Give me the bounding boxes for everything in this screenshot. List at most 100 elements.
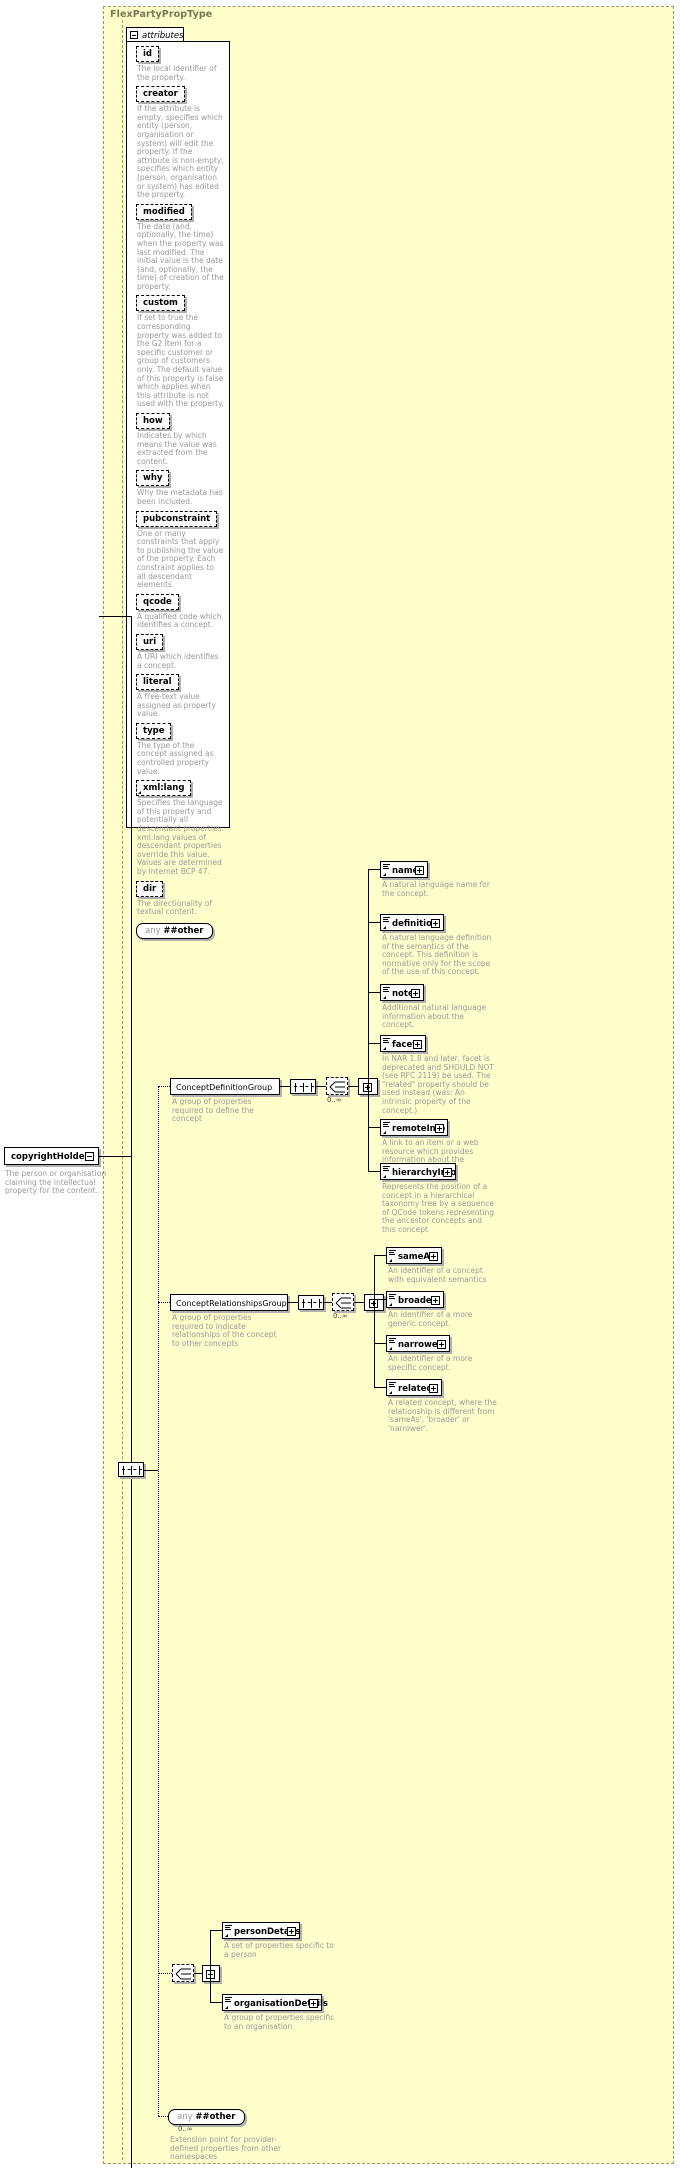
element-lines-icon: [383, 864, 390, 870]
sequence-node-group1[interactable]: [290, 1079, 316, 1094]
choice-node-group2[interactable]: [332, 1293, 354, 1311]
group-doc: A group of properties required to indica…: [172, 1313, 277, 1348]
attribute-chip-creator[interactable]: creator: [136, 86, 185, 103]
expand-icon[interactable]: [413, 1039, 422, 1049]
element-doc: A set of properties specific to a person: [224, 1941, 334, 1959]
attribute-any-other[interactable]: any ##other: [136, 922, 213, 939]
group-ConceptRelationshipsGroup[interactable]: ConceptRelationshipsGroup: [170, 1294, 288, 1311]
group-ConceptDefinitionGroup[interactable]: ConceptDefinitionGroup: [170, 1078, 280, 1095]
element-lines-icon: [383, 1166, 390, 1172]
element-ref-arrow-icon: [389, 1258, 392, 1262]
element-copyrightHolder[interactable]: copyrightHolder: [4, 1147, 99, 1165]
attribute-chip-pubconstraint[interactable]: pubconstraint: [136, 510, 218, 527]
detail-expand-box[interactable]: [202, 1965, 220, 1982]
choice-node-details[interactable]: [172, 1964, 194, 1982]
connector-remoteInfo: [368, 1127, 380, 1128]
element-doc: Represents the position of a concept in …: [382, 1182, 495, 1234]
expand-icon[interactable]: [431, 1295, 440, 1305]
connector-seq-out: [144, 1470, 158, 1471]
attribute-chip-literal[interactable]: literal: [136, 674, 179, 691]
element-related[interactable]: related: [386, 1379, 442, 1396]
element-organisationDetails[interactable]: organisationDetails: [222, 1994, 328, 2011]
connector-group2-choice-in: [324, 1302, 332, 1303]
sequence-bar: [303, 1083, 304, 1092]
connector-group2-rail-ext: [374, 1369, 375, 1388]
attribute-item: qcode A qualified code which identifies …: [136, 593, 228, 630]
expand-icon[interactable]: [429, 1383, 438, 1393]
attribute-doc: One or many constraints that apply to pu…: [137, 528, 224, 590]
sequence-bar: [131, 1466, 132, 1475]
expand-icon[interactable]: [309, 1998, 318, 2008]
attribute-chip-custom[interactable]: custom: [136, 295, 185, 312]
expand-icon[interactable]: [415, 865, 424, 875]
collapse-icon[interactable]: [130, 31, 138, 39]
expand-icon[interactable]: [411, 988, 420, 998]
connector-extension-any: [158, 2116, 168, 2117]
sequence-bar: [311, 1083, 312, 1092]
expand-icon[interactable]: [429, 1251, 438, 1261]
attribute-item: dir The directionality of textual conten…: [136, 880, 228, 917]
element-name[interactable]: name: [380, 861, 428, 878]
connector-group1-children-rail: [368, 869, 369, 1171]
attribute-chip-xml-lang[interactable]: xml:lang: [136, 780, 192, 797]
connector-group2-in: [158, 1302, 170, 1303]
attribute-doc: The directionality of textual content.: [137, 898, 212, 917]
attribute-chip-modified[interactable]: modified: [136, 203, 192, 220]
connector-name: [368, 869, 380, 870]
sequence-node-main[interactable]: [118, 1462, 144, 1477]
attribute-chip-type[interactable]: type: [136, 722, 172, 739]
connector-definition: [368, 922, 380, 923]
attribute-item: uri A URI which identifies a concept.: [136, 633, 228, 670]
complex-type-title: FlexPartyPropType: [110, 9, 213, 20]
element-remoteInfo[interactable]: remoteInfo: [380, 1119, 448, 1136]
connector-organisationDetails: [210, 2002, 222, 2003]
extension-any-doc: Extension point for provider-defined pro…: [170, 2135, 282, 2162]
element-ref-arrow-icon: [383, 872, 386, 876]
element-definition[interactable]: definition: [380, 914, 444, 931]
expand-icon[interactable]: [443, 1167, 452, 1177]
connector-group2-children-rail: [374, 1255, 375, 1369]
attributes-tab[interactable]: attributes: [126, 27, 184, 42]
attribute-item: custom If set to true the corresponding …: [136, 295, 228, 409]
attribute-chip-why[interactable]: why: [136, 470, 170, 487]
expand-icon[interactable]: [431, 918, 440, 928]
element-ref-arrow-icon: [383, 925, 386, 929]
attribute-chip-qcode[interactable]: qcode: [136, 593, 179, 610]
expand-icon[interactable]: [287, 1926, 296, 1936]
element-narrower[interactable]: narrower: [386, 1335, 450, 1352]
element-sameAs[interactable]: sameAs: [386, 1247, 442, 1264]
element-hierarchyInfo[interactable]: hierarchyInfo: [380, 1163, 456, 1180]
attribute-chip-how[interactable]: how: [136, 413, 170, 429]
element-doc: Additional natural language information …: [382, 1003, 487, 1030]
connector-group1-choice-in: [316, 1086, 326, 1087]
sequence-node-group2[interactable]: [298, 1295, 324, 1310]
element-facet[interactable]: facet: [380, 1035, 426, 1052]
element-lines-icon: [225, 1925, 232, 1931]
element-lines-icon: [225, 1997, 232, 2003]
attribute-item: type The type of the concept assigned as…: [136, 722, 228, 776]
sequence-bar: [123, 1466, 124, 1475]
attribute-item: modified The date (and, optionally, the …: [136, 203, 228, 292]
connector-group1-out: [280, 1086, 290, 1087]
expand-icon[interactable]: [435, 1123, 444, 1133]
expand-collapse-icon[interactable]: [85, 1152, 94, 1161]
connector-group2-plus: [354, 1302, 364, 1303]
connector-note: [368, 992, 380, 993]
connector-seq-branch: [158, 1086, 159, 2116]
element-doc: A group of properties specific to an org…: [224, 2013, 335, 2031]
element-personDetails[interactable]: personDetails: [222, 1922, 301, 1939]
sequence-bar: [295, 1083, 296, 1092]
any-namespace: ##other: [163, 925, 204, 936]
extension-any-occurrence: 0..∞: [178, 2125, 193, 2133]
attribute-item: id The local identifier of the property.: [136, 46, 228, 82]
element-note[interactable]: note: [380, 984, 424, 1001]
attribute-chip-uri[interactable]: uri: [136, 633, 164, 650]
attribute-chip-id[interactable]: id: [136, 46, 159, 62]
attribute-chip-dir[interactable]: dir: [136, 880, 164, 897]
expand-icon[interactable]: [437, 1339, 446, 1349]
element-broader[interactable]: broader: [386, 1291, 444, 1308]
element-doc: In NAR 1.8 and later, facet is deprecate…: [382, 1054, 494, 1115]
extension-any-other[interactable]: any ##other: [168, 2109, 245, 2125]
choice-node-group1[interactable]: [326, 1077, 348, 1095]
connector-hierarchyInfo: [368, 1171, 380, 1172]
